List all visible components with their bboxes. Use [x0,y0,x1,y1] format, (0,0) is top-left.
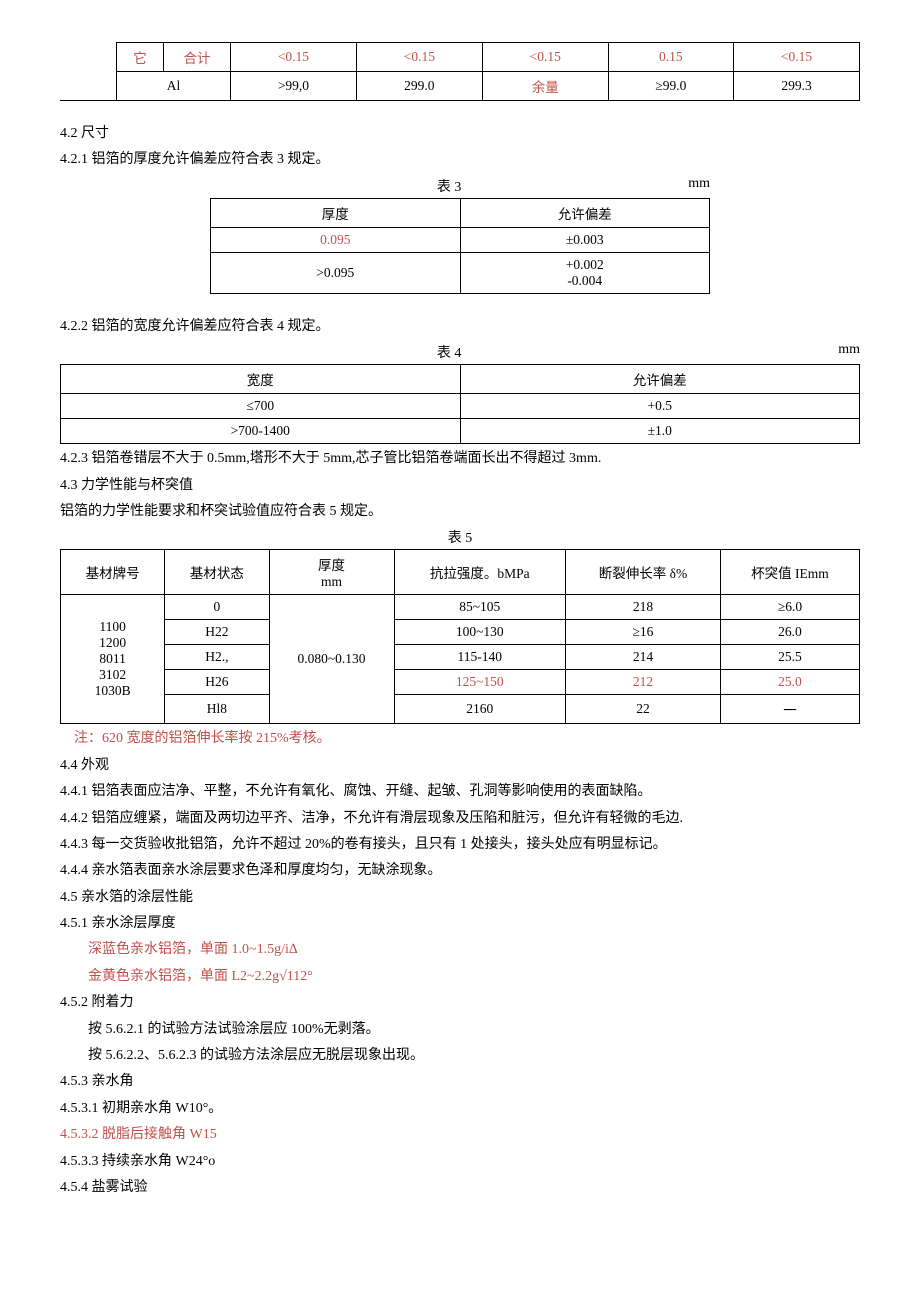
cell: 0 [165,595,269,620]
cell: 218 [566,595,721,620]
th: 允许偏差 [460,198,710,227]
cell: Hl8 [165,695,269,724]
table3: 厚度允许偏差 0.095±0.003 >0.095+0.002-0.004 [210,198,710,294]
adhesion-2: 按 5.6.2.2、5.6.2.3 的试验方法涂层应无脱层现象出现。 [60,1045,860,1067]
cell: ≤700 [61,394,461,419]
cell: <0.15 [356,43,482,72]
cell: <0.15 [231,43,357,72]
cell: 0.080~0.130 [269,595,394,724]
cell: 22 [566,695,721,724]
cell: H26 [165,670,269,695]
cell: 214 [566,645,721,670]
table4-caption: 表 4 [60,342,838,362]
cell: <0.15 [482,43,608,72]
table4-unit: mm [838,342,860,362]
table5: 基材牌号 基材状态 厚度mm 抗拉强度。bMPa 断裂伸长率 δ% 杯突值 IE… [60,549,860,724]
coating-blue: 深蓝色亲水铝箔，单面 1.0~1.5g/i∆ [60,939,860,961]
section-4-2-1: 4.2.1 铝箔的厚度允许偏差应符合表 3 规定。 [60,149,860,171]
th: 允许偏差 [460,365,860,394]
table3-caption: 表 3 [210,176,688,196]
cell: H2., [165,645,269,670]
top-table: 它 合计 <0.15 <0.15 <0.15 0.15 <0.15 Al >99… [60,42,860,101]
cell: ≥6.0 [720,595,859,620]
angle-3: 4.5.3.3 持续亲水角 W24°o [60,1151,860,1173]
cell: <0.15 [734,43,860,72]
cell: Al [117,72,231,101]
models-cell: 11001200801131021030B [61,595,165,724]
cell: ≥99.0 [608,72,733,101]
th: 宽度 [61,365,461,394]
p-4-4-1: 4.4.1 铝箔表面应洁净、平整，不允许有氧化、腐蚀、开缝、起皱、孔洞等影响使用… [60,781,860,803]
cell: 余量 [482,72,608,101]
section-4-2-2: 4.2.2 铝箔的宽度允许偏差应符合表 4 规定。 [60,316,860,338]
cell: 0.095 [211,227,461,252]
section-4-5-1: 4.5.1 亲水涂层厚度 [60,913,860,935]
cell: 26.0 [720,620,859,645]
section-4-4: 4.4 外观 [60,755,860,777]
section-4-3-intro: 铝箔的力学性能要求和杯突试验值应符合表 5 规定。 [60,501,860,523]
th: 基材状态 [165,550,269,595]
cell: 一 [720,695,859,724]
table4: 宽度允许偏差 ≤700+0.5 >700-1400±1.0 [60,364,860,444]
section-4-5-2: 4.5.2 附着力 [60,992,860,1014]
th: 杯突值 IEmm [720,550,859,595]
th: 厚度mm [269,550,394,595]
section-4-2-3: 4.2.3 铝箔卷错层不大于 0.5mm,塔形不大于 5mm,芯子管比铝箔卷端面… [60,448,860,470]
cell: +0.002-0.004 [460,252,710,293]
p-4-4-4: 4.4.4 亲水箔表面亲水涂层要求色泽和厚度均匀，无缺涂现象。 [60,860,860,882]
table5-note: 注：620 宽度的铝箔伸长率按 215%考核。 [74,728,860,750]
cell: 115-140 [394,645,566,670]
coating-gold: 金黄色亲水铝箔，单面 L2~2.2g√112° [60,966,860,988]
cell: 100~130 [394,620,566,645]
cell: 合计 [164,43,231,72]
section-4-2: 4.2 尺寸 [60,123,860,145]
cell: ≥16 [566,620,721,645]
th: 断裂伸长率 δ% [566,550,721,595]
cell: 299.0 [356,72,482,101]
section-4-3: 4.3 力学性能与杯突值 [60,475,860,497]
cell: 85~105 [394,595,566,620]
cell: +0.5 [460,394,860,419]
cell: ±0.003 [460,227,710,252]
section-4-5-4: 4.5.4 盐雾试验 [60,1177,860,1199]
table3-unit: mm [688,176,710,196]
cell: 它 [117,43,164,72]
adhesion-1: 按 5.6.2.1 的试验方法试验涂层应 100%无剥落。 [60,1019,860,1041]
th: 厚度 [211,198,461,227]
th: 基材牌号 [61,550,165,595]
cell: 125~150 [394,670,566,695]
cell: >0.095 [211,252,461,293]
cell: >99,0 [231,72,357,101]
section-4-5: 4.5 亲水箔的涂层性能 [60,887,860,909]
cell: ±1.0 [460,419,860,444]
cell: H22 [165,620,269,645]
angle-1: 4.5.3.1 初期亲水角 W10°。 [60,1098,860,1120]
cell: 25.5 [720,645,859,670]
th: 抗拉强度。bMPa [394,550,566,595]
cell: >700-1400 [61,419,461,444]
section-4-5-3: 4.5.3 亲水角 [60,1071,860,1093]
cell: 299.3 [734,72,860,101]
table5-caption: 表 5 [60,527,860,547]
cell: 212 [566,670,721,695]
p-4-4-2: 4.4.2 铝箔应缠紧，端面及两切边平齐、洁净，不允许有滑层现象及压陷和脏污，但… [60,808,860,830]
cell: 0.15 [608,43,733,72]
angle-2: 4.5.3.2 脱脂后接触角 W15 [60,1124,860,1146]
cell: 2160 [394,695,566,724]
cell: 25.0 [720,670,859,695]
p-4-4-3: 4.4.3 每一交货验收批铝箔，允许不超过 20%的卷有接头，且只有 1 处接头… [60,834,860,856]
